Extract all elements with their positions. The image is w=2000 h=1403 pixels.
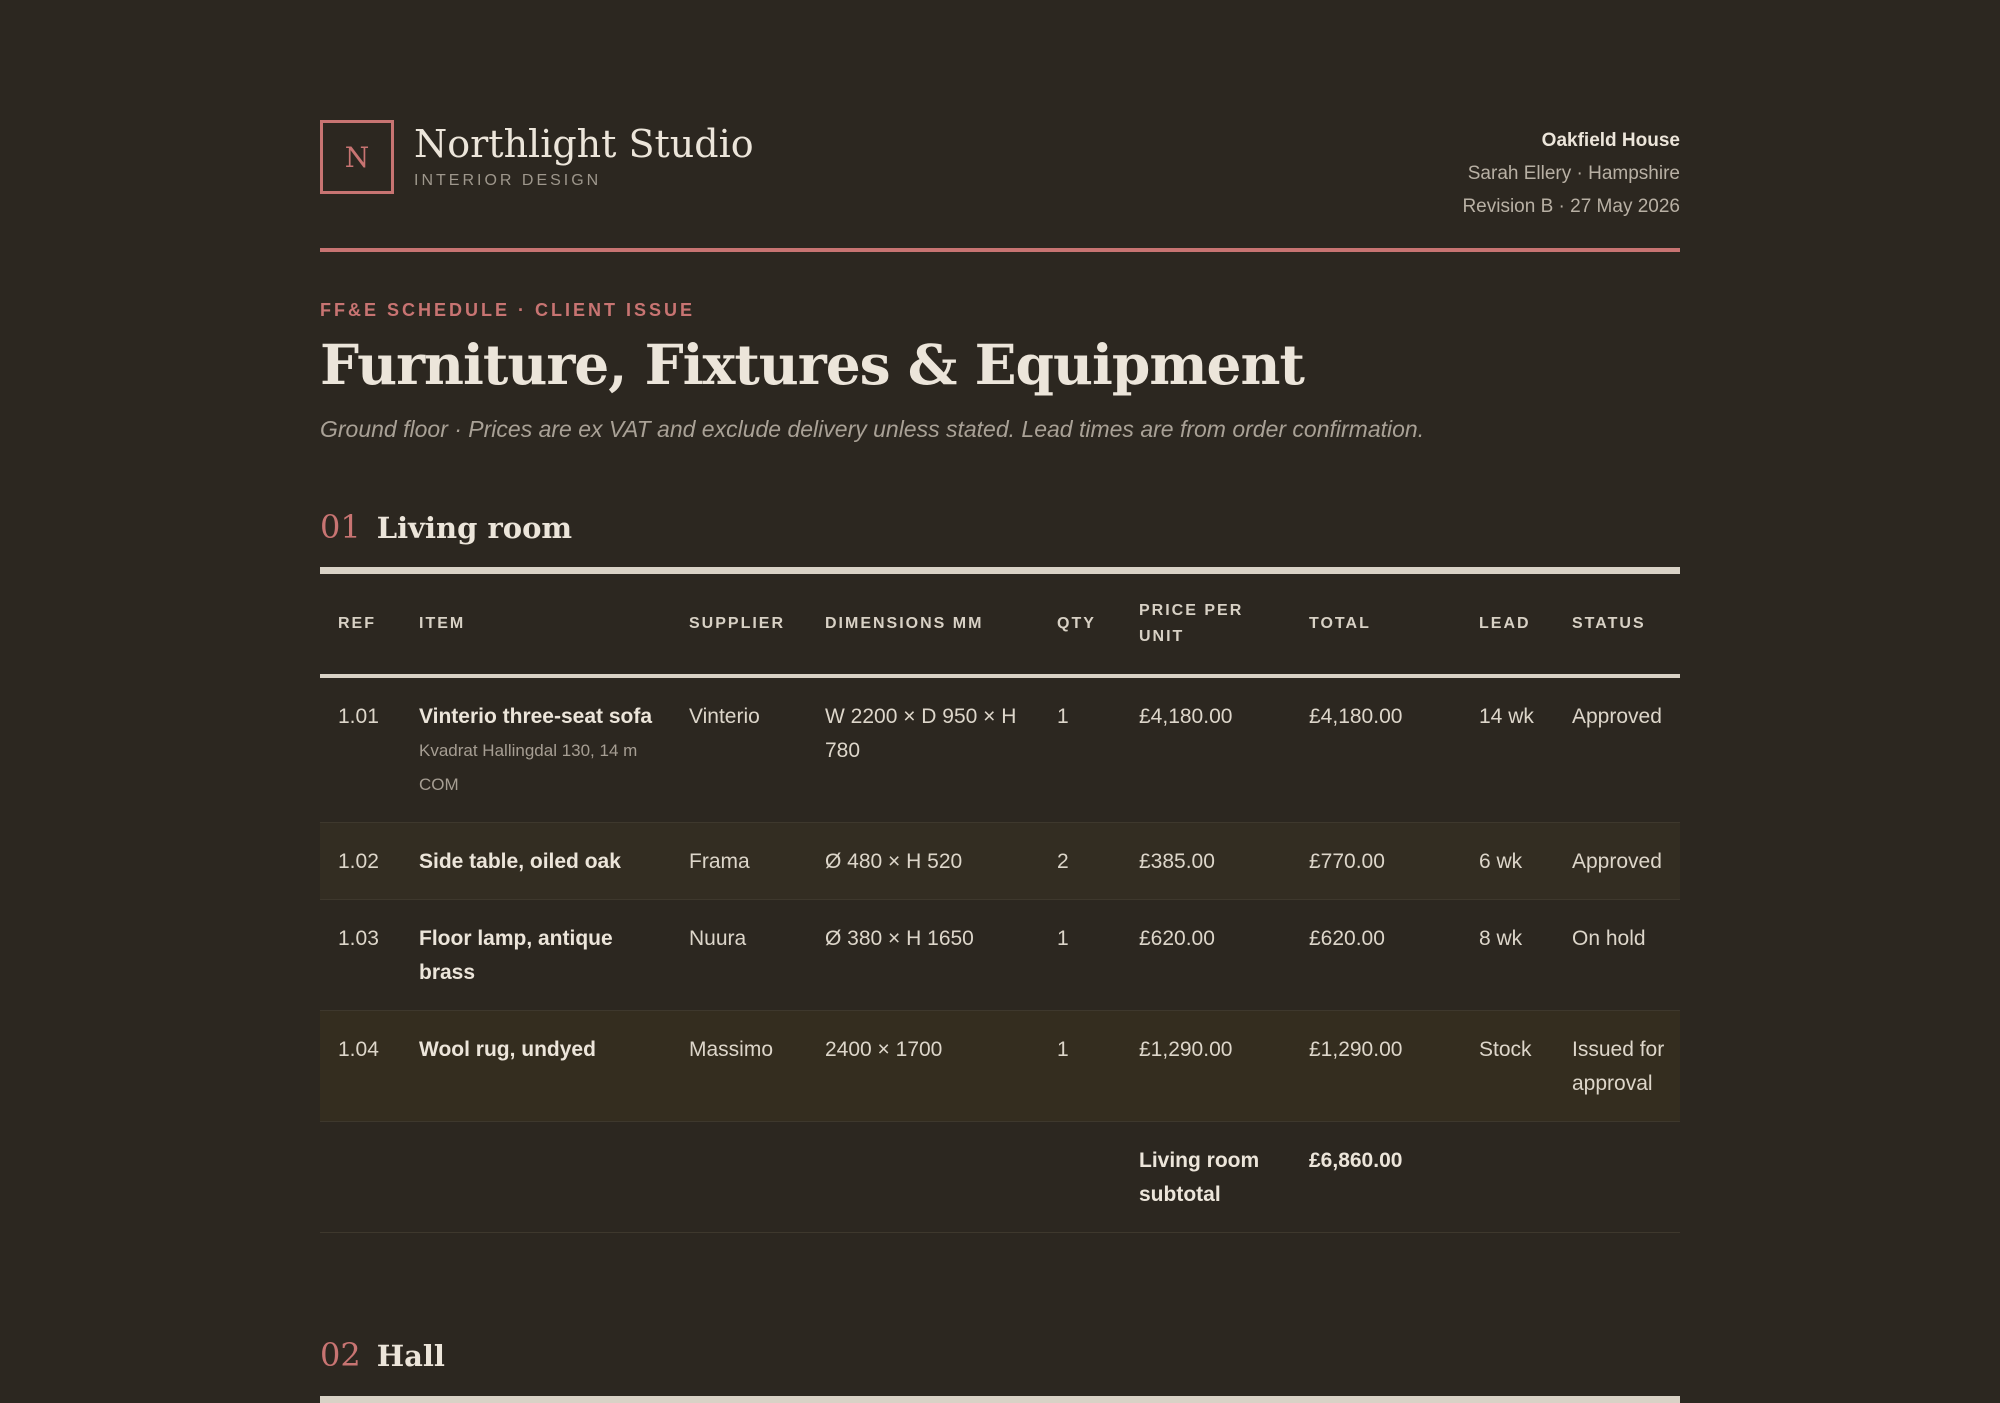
page-subtitle: Ground floor · Prices are ex VAT and exc… [320,416,1425,442]
cell-lead: 6 wk [1461,822,1554,900]
cell-qty: 2 [1039,822,1121,900]
cell-supplier: Vinterio [671,676,807,823]
col-header-dimensions: DIMENSIONS MM [807,574,1039,678]
section-number: 02 [320,1336,361,1374]
section-divider [320,567,1680,574]
client-contact: Sarah Ellery · Hampshire [1467,163,1680,184]
cell-ref: 1.02 [320,822,401,900]
cell-status: Issued for approval [1554,1010,1680,1122]
cell-total: £620.00 [1291,899,1461,1011]
col-header-lead: LEAD [1461,574,1554,678]
col-header-status: STATUS [1554,574,1680,678]
table-row: 1.01 Vinterio three-seat sofa Kvadrat Ha… [320,676,1680,823]
subtotal-label: Living room subtotal [1121,1121,1291,1233]
cell-total: £1,290.00 [1291,1010,1461,1122]
item-name: Vinterio three-seat sofa [419,705,653,728]
cell-supplier: Massimo [671,1010,807,1122]
table-row: 1.04 Wool rug, undyed Massimo 2400 × 170… [320,1010,1680,1122]
col-header-ref: REF [320,574,401,678]
cell-qty: 1 [1039,1010,1121,1122]
cell-item: Wool rug, undyed [401,1010,671,1122]
cell-item: Floor lamp, antique brass [401,899,671,1011]
cell-price: £620.00 [1121,899,1291,1011]
studio-logo: N [320,120,394,194]
cell-price: £385.00 [1121,822,1291,900]
revision-info: Revision B · 27 May 2026 [1462,196,1680,217]
cell-total: £770.00 [1291,822,1461,900]
cell-dimensions: W 2200 × D 950 × H 780 [807,676,1039,823]
col-header-qty: QTY [1039,574,1121,678]
cell-price: £4,180.00 [1121,676,1291,823]
table-row: 1.03 Floor lamp, antique brass Nuura Ø 3… [320,899,1680,1011]
cell-dimensions: 2400 × 1700 [807,1010,1039,1122]
col-header-price: PRICE PER UNIT [1121,574,1291,678]
logo-letter: N [344,140,370,174]
cell-qty: 1 [1039,899,1121,1011]
item-note: Kvadrat Hallingdal 130, 14 m COM [419,741,638,794]
cell-ref: 1.01 [320,676,401,823]
cell-supplier: Frama [671,822,807,900]
page-title: Furniture, Fixtures & Equipment [320,332,1305,397]
cell-item: Side table, oiled oak [401,822,671,900]
table-header-row: REF ITEM SUPPLIER DIMENSIONS MM QTY PRIC… [320,574,1680,678]
section-heading-living-room: 01 Living room [320,508,572,546]
client-info: Oakfield House Sarah Ellery · Hampshire … [1462,124,1680,223]
document-header: N Northlight Studio INTERIOR DESIGN Oakf… [320,120,1680,252]
section-name: Hall [376,1339,445,1373]
cell-ref: 1.04 [320,1010,401,1122]
subtotal-value: £6,860.00 [1291,1121,1461,1233]
studio-name: Northlight Studio [414,122,754,166]
subtotal-row: Living room subtotal £6,860.00 [320,1121,1680,1233]
cell-total: £4,180.00 [1291,676,1461,823]
cell-qty: 1 [1039,676,1121,823]
document-eyebrow: FF&E SCHEDULE · CLIENT ISSUE [320,300,696,320]
cell-item: Vinterio three-seat sofa Kvadrat Halling… [401,676,671,823]
cell-lead: 8 wk [1461,899,1554,1011]
cell-lead: Stock [1461,1010,1554,1122]
cell-status: Approved [1554,822,1680,900]
living-room-table: REF ITEM SUPPLIER DIMENSIONS MM QTY PRIC… [320,574,1680,1233]
cell-dimensions: Ø 480 × H 520 [807,822,1039,900]
section-name: Living room [376,511,573,545]
section-heading-hall: 02 Hall [320,1336,445,1374]
cell-ref: 1.03 [320,899,401,1011]
cell-dimensions: Ø 380 × H 1650 [807,899,1039,1011]
project-name: Oakfield House [1541,130,1680,151]
cell-supplier: Nuura [671,899,807,1011]
table-row: 1.02 Side table, oiled oak Frama Ø 480 ×… [320,822,1680,900]
section-number: 01 [320,508,361,546]
cell-lead: 14 wk [1461,676,1554,823]
col-header-supplier: SUPPLIER [671,574,807,678]
studio-tagline: INTERIOR DESIGN [414,172,602,189]
col-header-item: ITEM [401,574,671,678]
cell-price: £1,290.00 [1121,1010,1291,1122]
cell-status: On hold [1554,899,1680,1011]
cell-status: Approved [1554,676,1680,823]
col-header-total: TOTAL [1291,574,1461,678]
